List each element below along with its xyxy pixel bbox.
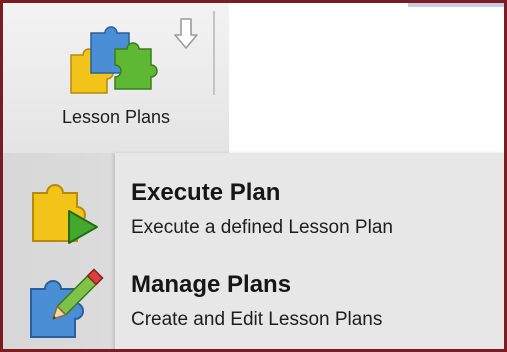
toolbar-separator <box>213 11 215 95</box>
lesson-plans-menu: Execute Plan Execute a defined Lesson Pl… <box>3 153 504 349</box>
arrow-down-icon[interactable] <box>173 17 199 51</box>
menu-item-description: Execute a defined Lesson Plan <box>131 217 393 238</box>
app-window: Lesson Plans Execute Plan Execute a defi… <box>0 0 507 352</box>
menu-item-description: Create and Edit Lesson Plans <box>131 309 383 330</box>
lesson-plans-label: Lesson Plans <box>61 107 171 127</box>
menu-item-execute-plan[interactable]: Execute Plan Execute a defined Lesson Pl… <box>3 161 504 257</box>
top-edge-highlight <box>408 3 504 7</box>
puzzle-play-icon <box>32 184 98 244</box>
menu-item-manage-plans[interactable]: Manage Plans Create and Edit Lesson Plan… <box>3 257 504 349</box>
puzzle-pieces-icon <box>70 26 158 94</box>
puzzle-edit-icon <box>30 268 104 338</box>
menu-item-title: Execute Plan <box>131 179 281 206</box>
menu-item-title: Manage Plans <box>131 271 292 298</box>
lesson-plans-button[interactable]: Lesson Plans <box>3 3 229 153</box>
